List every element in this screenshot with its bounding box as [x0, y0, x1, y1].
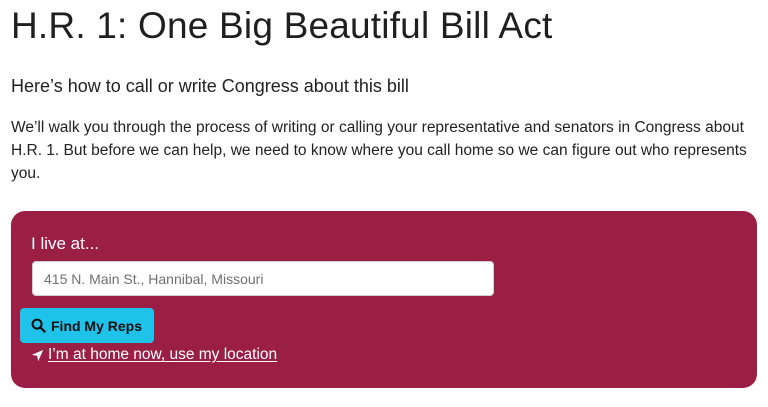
find-my-reps-button[interactable]: Find My Reps: [20, 308, 155, 343]
page-subtitle: Here’s how to call or write Congress abo…: [11, 76, 409, 96]
location-arrow-icon: [31, 349, 44, 362]
use-my-location-label: I’m at home now, use my location: [48, 346, 278, 363]
page-title: H.R. 1: One Big Beautiful Bill Act: [11, 5, 553, 46]
intro-paragraph: We’ll walk you through the process of wr…: [11, 119, 747, 182]
use-my-location-link[interactable]: I’m at home now, use my location: [31, 345, 277, 365]
address-lookup-card: I live at... Find My Reps I’m at home no…: [11, 211, 757, 388]
search-icon: [31, 318, 46, 333]
find-my-reps-label: Find My Reps: [51, 317, 143, 334]
address-input[interactable]: [32, 261, 494, 296]
address-label: I live at...: [31, 234, 100, 253]
